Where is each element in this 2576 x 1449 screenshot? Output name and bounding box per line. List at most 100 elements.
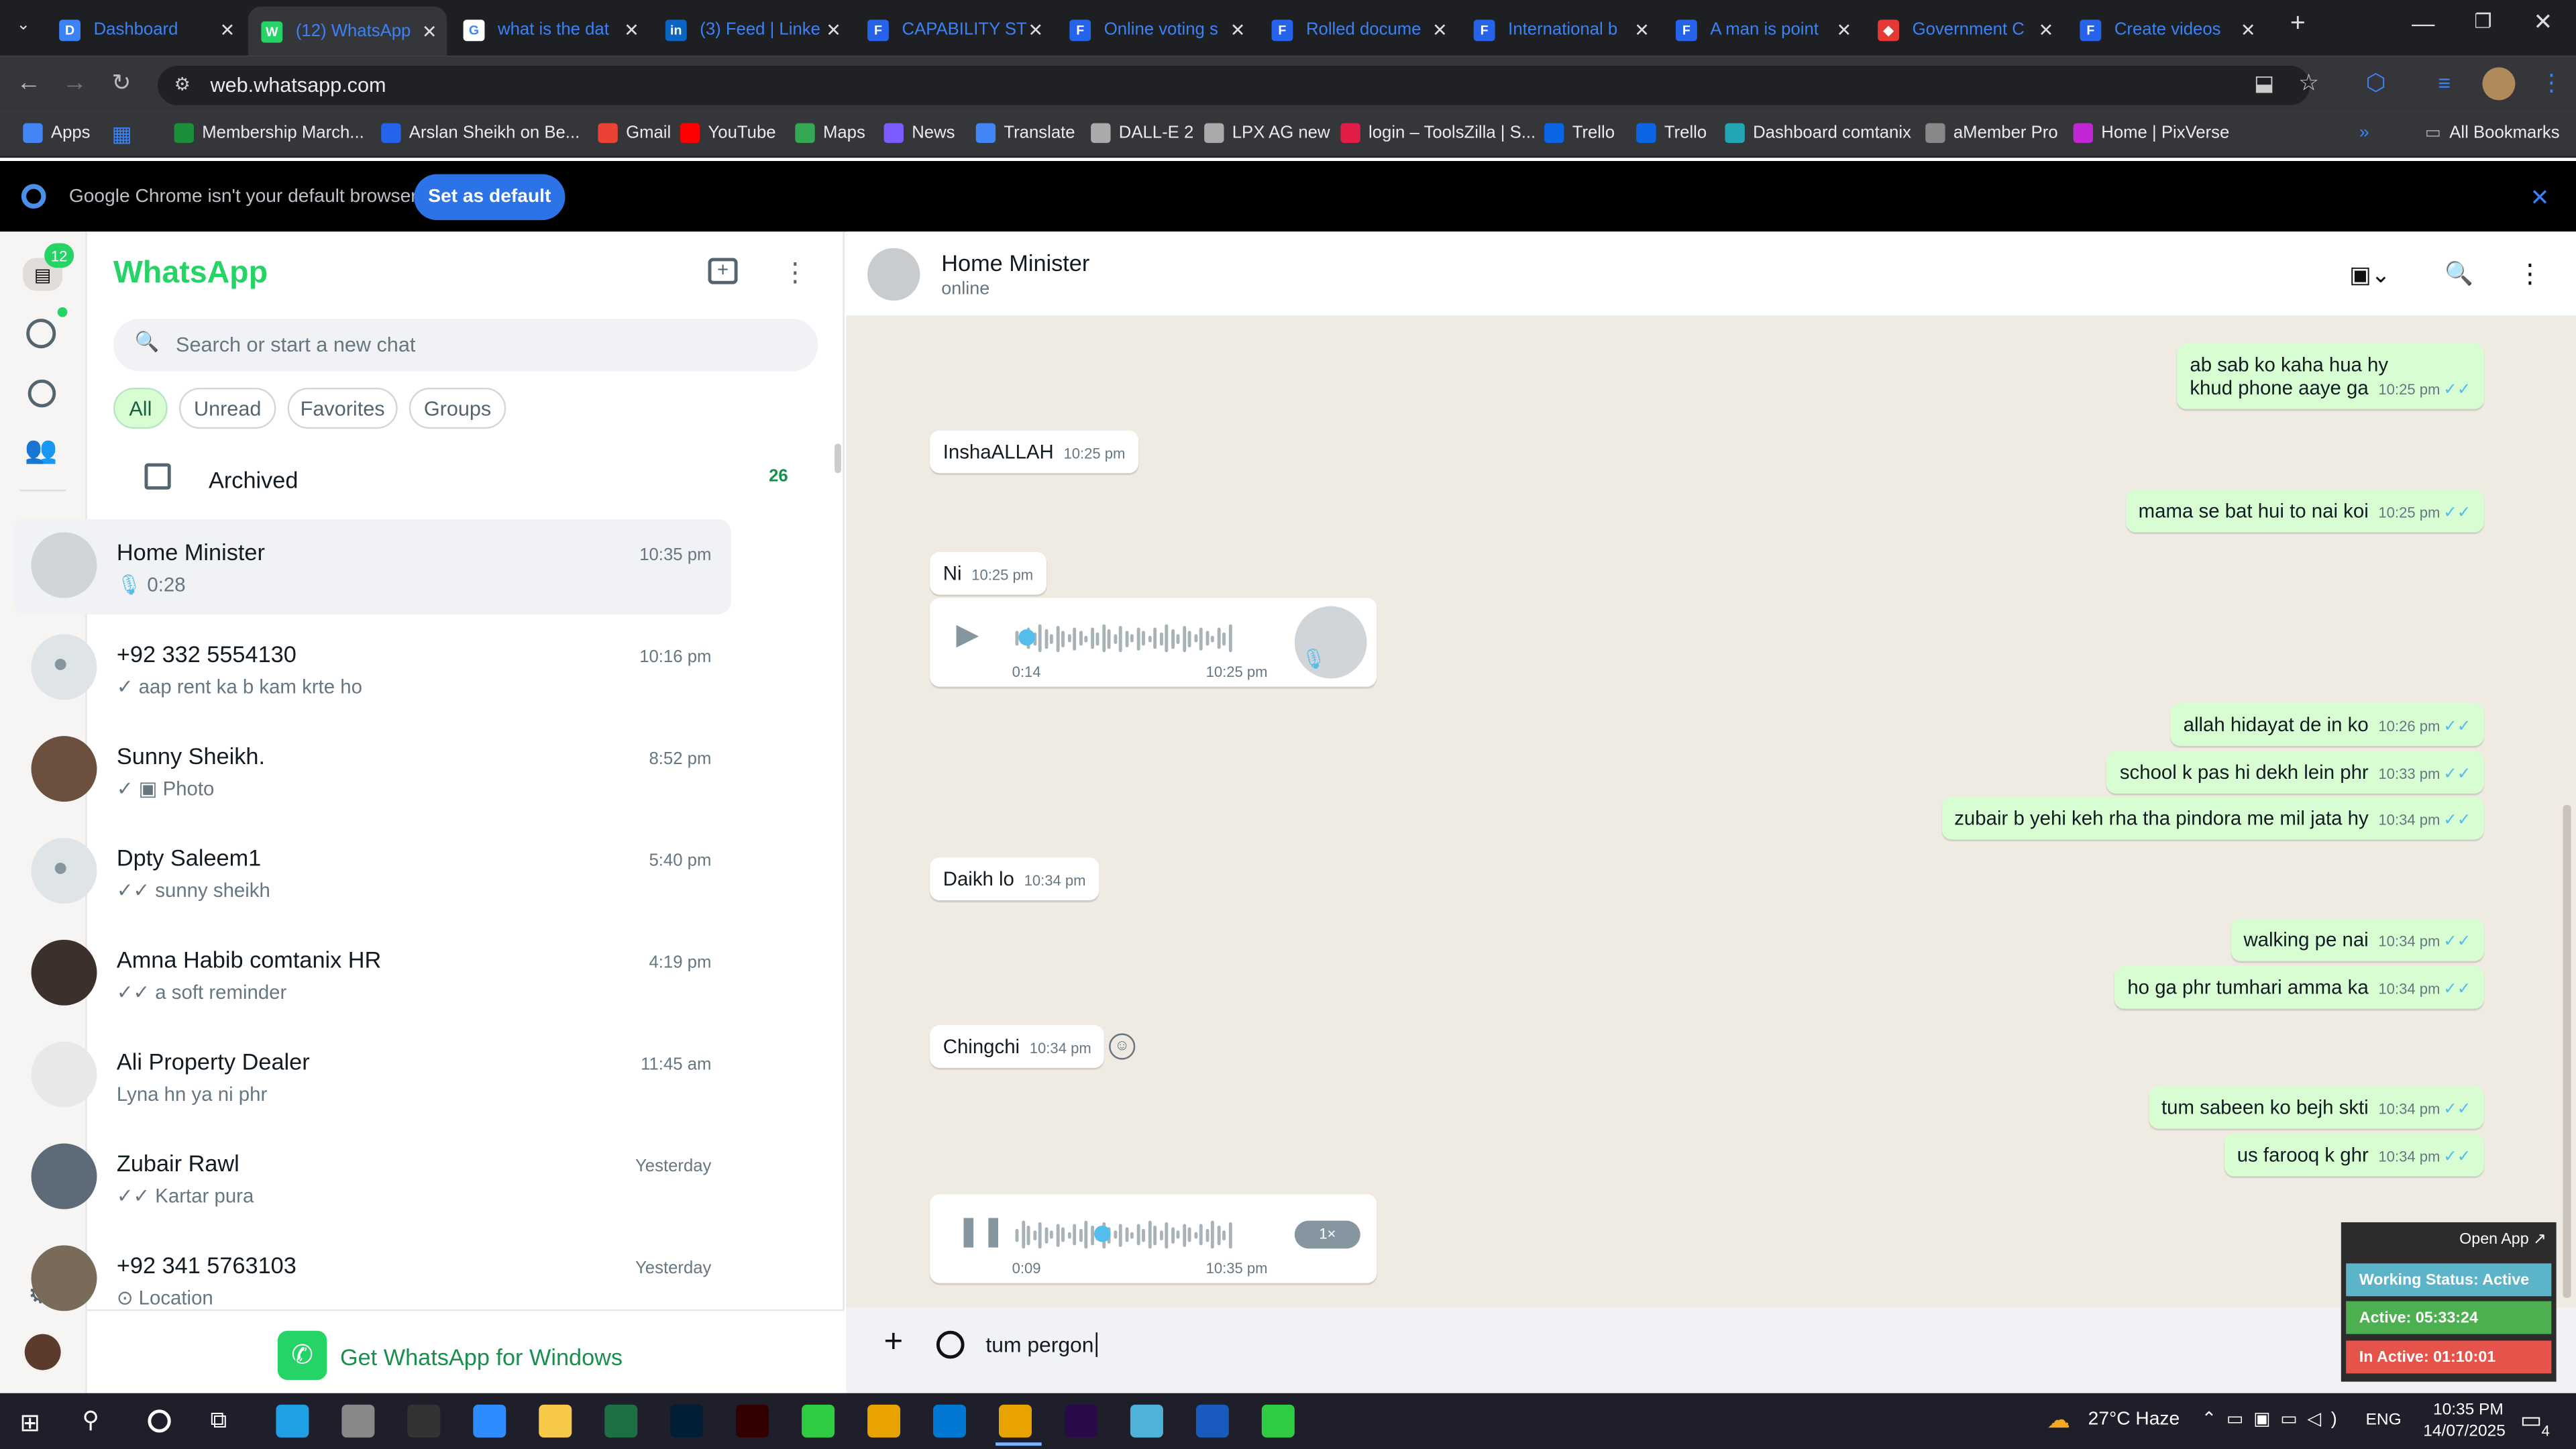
excel-icon[interactable]	[604, 1404, 638, 1438]
browser-tab[interactable]: W (12) WhatsApp ✕	[248, 6, 447, 56]
explorer-icon[interactable]	[539, 1404, 572, 1438]
terminal-icon[interactable]	[407, 1404, 441, 1438]
bookmark-item[interactable]: Dashboard comtanix	[1725, 123, 1911, 144]
profile-avatar[interactable]	[2482, 67, 2516, 101]
tab-close-icon[interactable]: ✕	[1230, 19, 1246, 40]
tab-close-icon[interactable]: ✕	[2241, 19, 2256, 40]
pause-icon[interactable]: ❚❚	[956, 1214, 1006, 1248]
address-bar[interactable]: web.whatsapp.com	[158, 65, 2310, 105]
edge-icon[interactable]	[276, 1404, 309, 1438]
chat-search-icon[interactable]: 🔍	[2445, 260, 2473, 288]
channels-icon[interactable]	[28, 379, 56, 408]
message-bubble[interactable]: us farooq k ghr 10:34 pm ✓✓	[2224, 1133, 2484, 1177]
browser-tab[interactable]: F International b ✕	[1460, 10, 1659, 50]
emoji-reaction-icon[interactable]: ☺	[1109, 1033, 1136, 1060]
contact-name[interactable]: Home Minister	[941, 250, 1089, 276]
restore-button[interactable]: ❐	[2474, 10, 2491, 33]
browser-tab[interactable]: ◆ Government C ✕	[1865, 10, 2063, 50]
new-chat-icon[interactable]: +	[708, 258, 738, 284]
tray-icons[interactable]: ⌃▭▣▭◁)	[2202, 1408, 2347, 1429]
install-icon[interactable]: ⬓	[2254, 70, 2274, 97]
all-bookmarks[interactable]: ▭ All Bookmarks	[2425, 123, 2560, 143]
browser-tab[interactable]: F Create videos ✕	[2067, 10, 2265, 50]
message-bubble[interactable]: school k pas hi dekh lein phr 10:33 pm ✓✓	[2106, 751, 2484, 794]
message-input[interactable]: tum pergon	[985, 1332, 1097, 1357]
bookmark-item[interactable]: Gmail	[598, 123, 671, 144]
bookmark-star-icon[interactable]: ☆	[2298, 69, 2319, 97]
tab-close-icon[interactable]: ✕	[1028, 19, 1044, 40]
chat-list-item[interactable]: ● +92 332 5554130 ✓ aap rent ka b kam kr…	[13, 621, 731, 716]
word-icon[interactable]	[1195, 1404, 1229, 1438]
illustrator-icon[interactable]	[736, 1404, 769, 1438]
attach-icon[interactable]: +	[884, 1324, 904, 1362]
contact-avatar[interactable]	[867, 248, 920, 301]
search-taskbar-icon[interactable]: ⚲	[82, 1406, 99, 1434]
video-call-icon[interactable]: ▣⌄	[2349, 261, 2390, 289]
browser-tab[interactable]: G what is the dat ✕	[450, 10, 649, 50]
filter-chip[interactable]: Groups	[409, 387, 506, 429]
message-bubble[interactable]: allah hidayat de in ko 10:26 pm ✓✓	[2170, 703, 2484, 746]
tab-close-icon[interactable]: ✕	[1836, 19, 1851, 40]
task-view-icon[interactable]: ⧉	[210, 1406, 226, 1434]
extensions-icon[interactable]: ⬡	[2366, 69, 2386, 97]
chat-list-item[interactable]: ● Dpty Saleem1 ✓✓ sunny sheikh 5:40 pm	[13, 824, 731, 920]
message-bubble[interactable]: InshaALLAH 10:25 pm	[930, 430, 1138, 474]
status-icon[interactable]	[26, 319, 56, 349]
apps-grid-icon[interactable]: ▦	[112, 121, 132, 148]
green-app-icon[interactable]	[802, 1404, 835, 1438]
sticker-icon[interactable]	[936, 1330, 965, 1359]
bookmark-item[interactable]: Trello	[1544, 123, 1615, 144]
message-bubble[interactable]: Chingchi 10:34 pm	[930, 1025, 1105, 1068]
photoshop-icon[interactable]	[670, 1404, 704, 1438]
bookmark-item[interactable]: Membership March...	[174, 123, 364, 144]
clock-date[interactable]: 14/07/2025	[2423, 1423, 2506, 1441]
start-icon[interactable]: ⊞	[19, 1408, 40, 1438]
zoom-icon[interactable]	[473, 1404, 506, 1438]
bookmark-item[interactable]: YouTube	[680, 123, 776, 144]
bookmark-item[interactable]: aMember Pro	[1925, 123, 2058, 144]
message-bubble[interactable]: zubair b yehi keh rha tha pindora me mil…	[1941, 796, 2484, 840]
browser-tab[interactable]: in (3) Feed | Linke ✕	[652, 10, 851, 50]
reload-icon[interactable]: ↻	[112, 69, 131, 97]
bookmark-item[interactable]: Home | PixVerse	[2073, 123, 2229, 144]
browser-tab[interactable]: F Online voting s ✕	[1057, 10, 1255, 50]
chat-scrollbar[interactable]	[2563, 805, 2571, 1298]
play-icon[interactable]: ▶	[956, 618, 979, 652]
chat-list-item[interactable]: Home Minister 🎙 0:28 10:35 pm	[13, 519, 731, 614]
bookmark-item[interactable]: Apps	[23, 123, 91, 144]
filter-chip[interactable]: Favorites	[287, 387, 398, 429]
forward-icon[interactable]: →	[62, 69, 87, 97]
get-app-label[interactable]: Get WhatsApp for Windows	[340, 1344, 623, 1370]
cortana-icon[interactable]	[148, 1409, 171, 1433]
bookmark-item[interactable]: News	[883, 123, 955, 144]
bookmark-item[interactable]: Arslan Sheikh on Be...	[381, 123, 580, 144]
bookmark-item[interactable]: DALL-E 2	[1091, 123, 1193, 144]
message-bubble[interactable]: Daikh lo 10:34 pm	[930, 857, 1099, 901]
new-tab-button[interactable]: +	[2290, 10, 2306, 40]
list-scrollbar[interactable]	[835, 443, 841, 474]
tab-close-icon[interactable]: ✕	[624, 19, 639, 40]
browser-tab[interactable]: D Dashboard ✕	[46, 10, 245, 50]
bookmarks-overflow-icon[interactable]: »	[2359, 123, 2369, 143]
vscode-icon[interactable]	[933, 1404, 967, 1438]
minimize-button[interactable]: —	[2412, 10, 2434, 36]
chrome-active-icon[interactable]	[998, 1404, 1032, 1438]
tab-close-icon[interactable]: ✕	[2039, 19, 2054, 40]
voice-progress-knob[interactable]	[1018, 629, 1035, 646]
browser-tab[interactable]: F A man is point ✕	[1662, 10, 1861, 50]
voice-progress-knob[interactable]	[1094, 1225, 1111, 1242]
chat-list-item[interactable]: Ali Property Dealer Lyna hn ya ni phr 11…	[13, 1028, 731, 1124]
infobar-close-icon[interactable]: ✕	[2530, 184, 2549, 212]
chat-list-item[interactable]: Zubair Rawl ✓✓ Kartar pura Yesterday	[13, 1130, 731, 1226]
tab-search-icon[interactable]: ⌄	[16, 16, 30, 34]
message-bubble[interactable]: ho ga phr tumhari amma ka 10:34 pm ✓✓	[2114, 966, 2484, 1009]
voice-waveform[interactable]	[1015, 1218, 1234, 1250]
message-bubble[interactable]: walking pe nai 10:34 pm ✓✓	[2230, 918, 2484, 961]
chat-list-item[interactable]: Sunny Sheikh. ✓ ▣ Photo 8:52 pm	[13, 723, 731, 818]
voice-waveform[interactable]	[1015, 621, 1234, 654]
bookmark-item[interactable]: Maps	[795, 123, 865, 144]
tab-close-icon[interactable]: ✕	[422, 21, 437, 42]
tab-close-icon[interactable]: ✕	[220, 19, 235, 40]
communities-icon[interactable]: 👥	[25, 434, 58, 467]
bookmark-item[interactable]: LPX AG new	[1204, 123, 1330, 144]
